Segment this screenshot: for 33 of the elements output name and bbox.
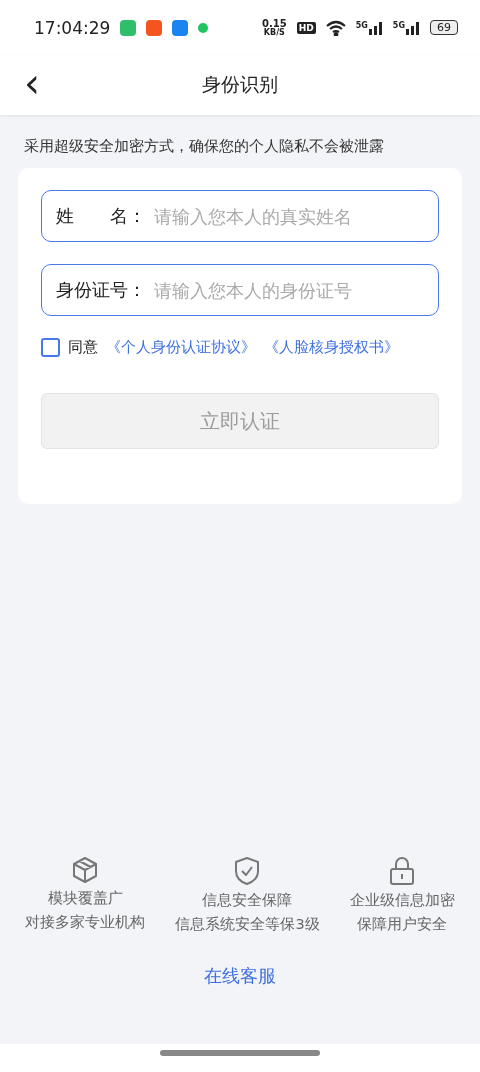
lock-icon [389, 856, 416, 886]
feature-text: 对接多家专业机构 [25, 913, 146, 932]
field-label: 姓 名： [56, 204, 146, 228]
feature-text: 模块覆盖广 [47, 889, 123, 908]
hd-badge: HD [296, 21, 316, 34]
status-time: 17:04:29 [34, 17, 111, 38]
battery-level: 69 [430, 20, 458, 35]
feature-text: 保障用户安全 [357, 915, 448, 934]
page-title: 身份识别 [202, 72, 278, 97]
field-label: 身份证号： [56, 278, 146, 302]
signal-icon [368, 20, 383, 35]
shield-check-icon [234, 856, 261, 886]
network-type: 5G [355, 20, 368, 30]
agree-checkbox[interactable] [41, 338, 60, 357]
agreement-link[interactable]: 《个人身份认证协议》 [106, 338, 256, 357]
app-icon [172, 19, 189, 36]
wifi-icon [325, 19, 346, 36]
security-notice: 采用超级安全加密方式，确保您的个人隐私不会被泄露 [23, 137, 385, 156]
feature-text: 企业级信息加密 [349, 891, 455, 910]
signal-icon [406, 20, 420, 35]
agree-label: 同意 [68, 338, 98, 357]
net-speed: 0.15 [262, 18, 287, 29]
cube-icon [71, 856, 100, 884]
app-icon [120, 19, 137, 36]
agreement-link[interactable]: 《人脸核身授权书》 [264, 338, 399, 357]
network-type: 5G [392, 20, 405, 30]
app-icon [146, 19, 163, 36]
feature-text: 信息安全保障 [202, 891, 293, 910]
feature-text: 信息系统安全等保3级 [175, 915, 320, 934]
back-button[interactable]: ‹ [24, 65, 40, 101]
chat-icon [198, 22, 209, 33]
net-unit: KB/S [263, 28, 285, 37]
support-link[interactable]: 在线客服 [204, 964, 276, 988]
